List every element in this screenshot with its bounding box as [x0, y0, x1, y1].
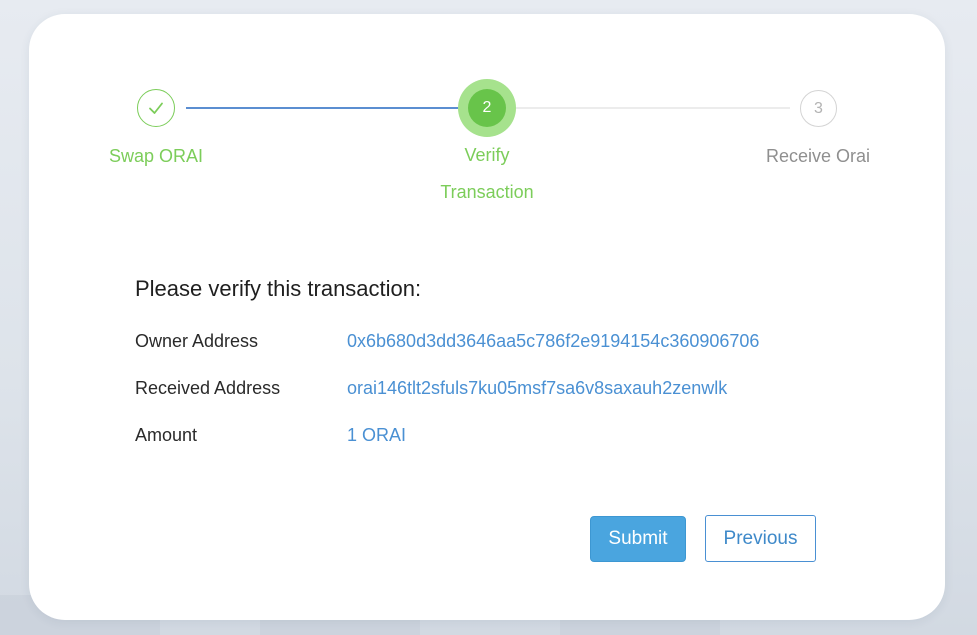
step-2-circle: 2 — [468, 89, 506, 127]
amount-label: Amount — [135, 425, 198, 445]
owner-address-label: Owner Address — [135, 331, 259, 351]
step-1-label: Swap ORAI — [108, 146, 204, 166]
received-address-label: Received Address — [135, 378, 281, 398]
previous-button[interactable]: Previous — [705, 515, 816, 562]
stepper-connector-pending — [515, 107, 790, 109]
stepper-connector-completed — [186, 107, 488, 109]
progress-stepper: Swap ORAI 2 Verify Transaction 3 Receive… — [29, 14, 945, 234]
owner-address-value: 0x6b680d3dd3646aa5c786f2e9194154c3609067… — [347, 331, 760, 351]
step-1-circle — [137, 89, 175, 127]
amount-value: 1 ORAI — [347, 425, 407, 445]
step-3-label: Receive Orai — [765, 146, 871, 166]
step-2-label: Verify Transaction — [440, 145, 534, 202]
received-address-value: orai146tlt2sfuls7ku05msf7sa6v8saxauh2zen… — [347, 378, 728, 398]
submit-button[interactable]: Submit — [590, 516, 686, 562]
check-icon — [149, 102, 163, 114]
verify-transaction-card: Swap ORAI 2 Verify Transaction 3 Receive… — [29, 14, 945, 620]
step-3-circle: 3 — [800, 90, 837, 127]
verify-heading: Please verify this transaction: — [135, 276, 422, 301]
